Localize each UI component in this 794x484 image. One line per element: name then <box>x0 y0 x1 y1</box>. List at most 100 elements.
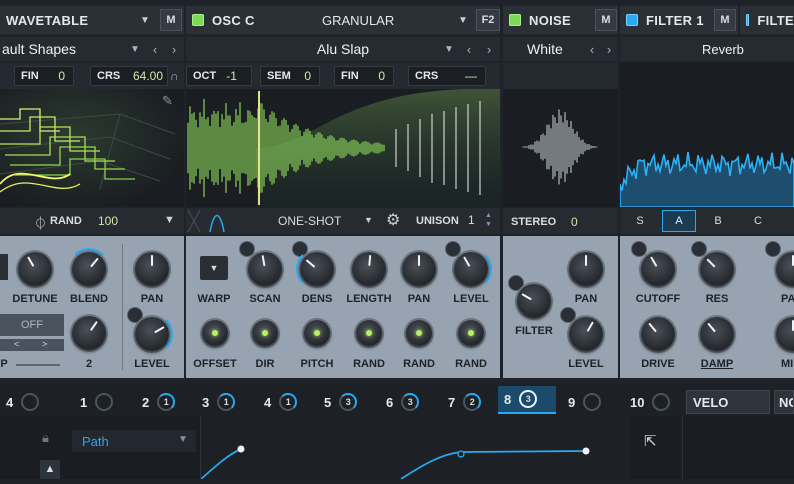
chevron-down-icon[interactable]: ▼ <box>364 215 373 225</box>
osc-c-f2-button[interactable]: F2 <box>476 9 500 31</box>
unison-stepper-icon[interactable]: ▲ ▼ <box>485 211 492 229</box>
wavetable-left-cut-button[interactable] <box>0 254 8 280</box>
velo-slot[interactable]: VELO <box>686 390 770 414</box>
lfo-path-selector[interactable]: Path ▼ <box>72 430 196 452</box>
chevron-right-icon[interactable]: > <box>42 339 47 349</box>
filter1-tab-a[interactable]: A <box>662 210 696 232</box>
wavetable-shape-selector[interactable]: ault Shapes ▼ ‹ › <box>0 37 184 61</box>
wavetable-rand-value[interactable]: 100 <box>98 214 118 228</box>
mod-slot-5[interactable]: 41 <box>258 390 314 414</box>
chevron-right-icon[interactable]: › <box>165 37 183 61</box>
osc-c-waveform-display[interactable] <box>186 89 500 207</box>
osc-c-pan-knob[interactable] <box>402 252 436 286</box>
osc-c-sample-selector[interactable]: Alu Slap ▼ ‹ › <box>186 37 500 61</box>
osc-c-oct-field[interactable]: OCT -1 <box>186 66 252 86</box>
scan-knob[interactable] <box>248 252 282 286</box>
filter1-tab-s[interactable]: S <box>630 215 650 227</box>
wavetable-header[interactable]: WAVETABLE ▼ M <box>0 6 184 34</box>
detune-knob[interactable] <box>18 252 52 286</box>
offset-knob[interactable] <box>202 320 228 346</box>
filter1-enable-toggle[interactable] <box>626 14 638 26</box>
filter2-header[interactable]: FILTE <box>740 6 794 34</box>
rand-knob-3[interactable] <box>458 320 484 346</box>
rand-knob-2[interactable] <box>406 320 432 346</box>
filter1-type-selector[interactable]: Reverb <box>620 37 794 61</box>
mod-slot-7[interactable]: 63 <box>380 390 436 414</box>
chevron-down-icon[interactable]: ▼ <box>140 15 150 26</box>
cutoff-mod-badge[interactable] <box>632 242 646 256</box>
length-knob[interactable] <box>352 252 386 286</box>
chevron-left-icon[interactable]: ‹ <box>583 37 601 61</box>
gear-icon[interactable]: ⚙ <box>386 210 400 230</box>
res-mod-badge[interactable] <box>692 242 706 256</box>
filter1-mute-button[interactable]: M <box>714 9 736 31</box>
wavetable-mute-button[interactable]: M <box>160 9 182 31</box>
export-icon[interactable]: ⇱ <box>644 432 657 450</box>
chevron-down-icon[interactable]: ▼ <box>440 37 458 61</box>
chevron-right-icon[interactable]: › <box>480 37 498 61</box>
noise-filter-mod-badge[interactable] <box>509 276 523 290</box>
rand-knob-1[interactable] <box>356 320 382 346</box>
osc-c-header[interactable]: OSC C GRANULAR ▼ F2 <box>186 6 500 34</box>
noise-enable-toggle[interactable] <box>509 14 521 26</box>
scan-mod-badge[interactable] <box>240 242 254 256</box>
filter1-pan-mod-badge[interactable] <box>766 242 780 256</box>
wavetable-off-button[interactable]: OFF <box>0 314 64 336</box>
mod-slot-1[interactable]: 4 <box>0 390 56 414</box>
wavetable-fin-field[interactable]: FIN 0 <box>14 66 74 86</box>
filter1-tab-b[interactable]: B <box>708 215 728 227</box>
noise-pan-knob[interactable] <box>569 252 603 286</box>
noise-type-selector[interactable]: White ‹ › <box>503 37 618 61</box>
mod-slot-9[interactable]: 83 <box>498 386 556 414</box>
window-shape-icon[interactable] <box>186 208 232 234</box>
wavetable-pan-knob[interactable] <box>135 252 169 286</box>
chevron-down-icon[interactable]: ▼ <box>458 15 468 26</box>
filter1-response-display[interactable] <box>620 89 794 207</box>
chevron-down-icon[interactable]: ▼ <box>126 37 144 61</box>
osc-c-playmode-label[interactable]: ONE-SHOT <box>278 214 341 228</box>
noise-mute-button[interactable]: M <box>595 9 617 31</box>
osc-c-unison-value[interactable]: 1 <box>468 213 475 227</box>
lock-icon[interactable]: 🔒︎ <box>42 430 49 446</box>
noise-stereo-value[interactable]: 0 <box>571 215 578 229</box>
osc-c-crs-field[interactable]: CRS — <box>408 66 486 86</box>
chevron-left-icon[interactable]: ‹ <box>460 37 478 61</box>
noise-level-mod-badge[interactable] <box>561 308 575 322</box>
mod-slot-3[interactable]: 21 <box>136 390 192 414</box>
mod-slot-4[interactable]: 31 <box>196 390 252 414</box>
cutoff-knob[interactable] <box>641 252 675 286</box>
filter2-enable-toggle[interactable] <box>746 14 750 26</box>
chevron-down-icon[interactable]: ▼ <box>164 214 175 226</box>
osc-c-fin-field[interactable]: FIN 0 <box>334 66 394 86</box>
noise-waveform-display[interactable] <box>503 89 618 207</box>
wavetable-crs-field[interactable]: CRS 64.00 <box>90 66 168 86</box>
filter1-header[interactable]: FILTER 1 M <box>620 6 738 34</box>
pencil-icon[interactable]: ✎ <box>162 93 173 109</box>
chevron-right-icon[interactable]: › <box>600 37 618 61</box>
mod-slot-10[interactable]: 9 <box>562 390 618 414</box>
osc-c-mode-label[interactable]: GRANULAR <box>322 13 394 28</box>
wavetable-display[interactable]: ✎ <box>0 89 184 207</box>
pitch-knob[interactable] <box>304 320 330 346</box>
chevron-up-icon[interactable]: ▲ <box>40 460 60 479</box>
res-knob[interactable] <box>700 252 734 286</box>
wavetable-spectral-knob[interactable] <box>72 316 106 350</box>
osc-c-sem-field[interactable]: SEM 0 <box>260 66 320 86</box>
noise-header[interactable]: NOISE M <box>503 6 618 34</box>
filter1-tab-c[interactable]: C <box>748 215 768 227</box>
dir-knob[interactable] <box>252 320 278 346</box>
mod-slot-2[interactable]: 1 <box>74 390 130 414</box>
noise-level-knob[interactable] <box>569 317 603 351</box>
damp-knob[interactable] <box>700 317 734 351</box>
wavetable-spectral-stepper[interactable]: < > <box>0 339 64 351</box>
lfo-graph[interactable] <box>200 416 630 480</box>
drive-knob[interactable] <box>641 317 675 351</box>
mod-slot-11[interactable]: 10 <box>624 390 680 414</box>
mod-slot-8[interactable]: 72 <box>442 390 498 414</box>
phase-icon[interactable]: ⏀ <box>34 213 47 232</box>
noise-filter-knob[interactable] <box>517 284 551 318</box>
chevron-left-icon[interactable]: ‹ <box>146 37 164 61</box>
osc-c-enable-toggle[interactable] <box>192 14 204 26</box>
mod-slot-6[interactable]: 53 <box>318 390 374 414</box>
wavetable-keytrack-icon[interactable]: ∩ <box>170 69 179 83</box>
